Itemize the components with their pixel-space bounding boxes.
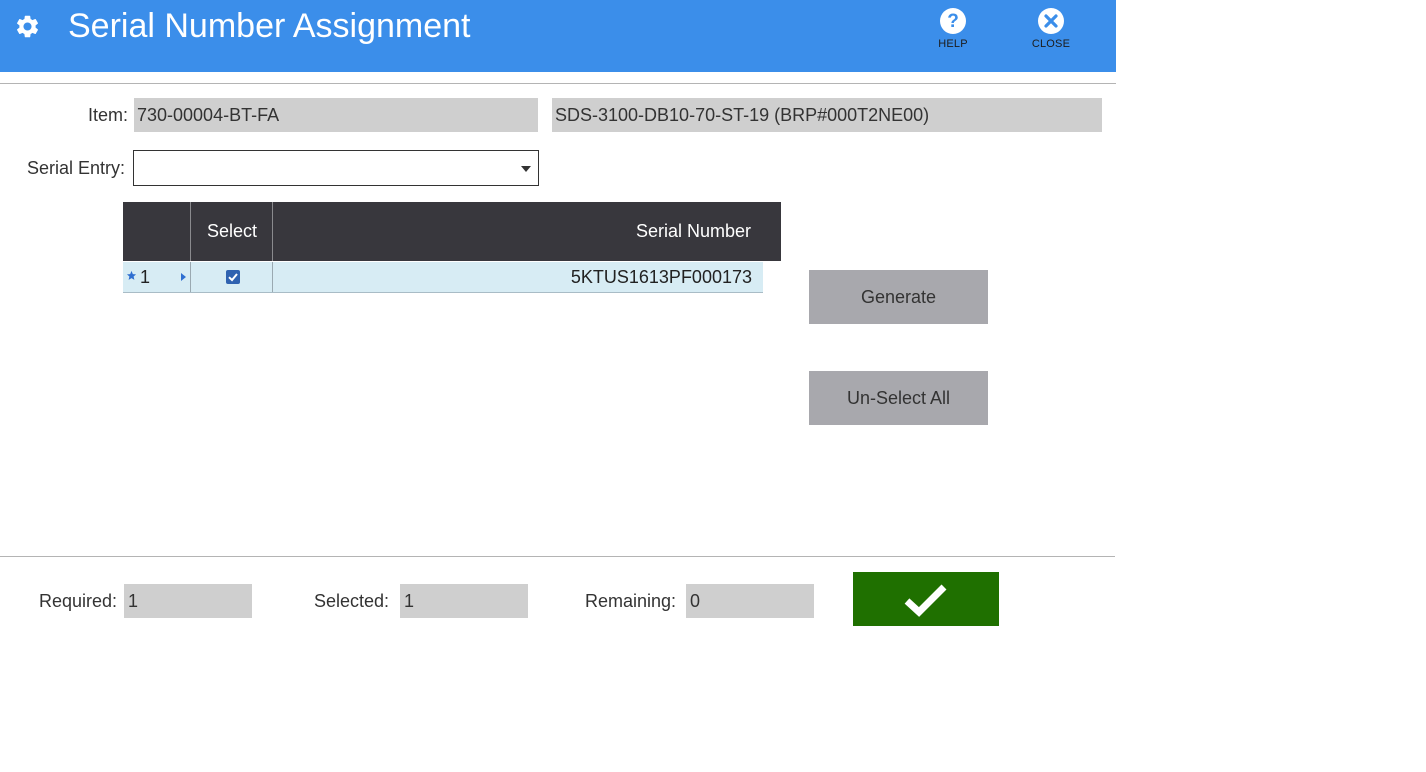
- svg-text:?: ?: [947, 11, 959, 32]
- required-field: 1: [124, 584, 252, 618]
- serial-number-cell: 5KTUS1613PF000173: [570, 267, 752, 287]
- divider: [0, 556, 1115, 557]
- page-title: Serial Number Assignment: [68, 7, 471, 45]
- selected-label: Selected:: [314, 591, 390, 611]
- help-icon: ?: [940, 8, 966, 34]
- checkmark-icon: [904, 584, 947, 617]
- unselect-all-button[interactable]: Un-Select All: [809, 371, 988, 425]
- generate-button[interactable]: Generate: [809, 270, 988, 324]
- row-number: 1: [140, 267, 151, 287]
- star-icon: [126, 270, 137, 280]
- item-description-field: SDS-3100-DB10-70-ST-19 (BRP#000T2NE00): [552, 98, 1102, 132]
- column-header-select[interactable]: Select: [191, 202, 273, 261]
- help-button[interactable]: ? HELP: [923, 6, 983, 50]
- row-indicator-icon: [181, 273, 186, 281]
- cell-divider: [190, 262, 191, 292]
- serial-entry-dropdown[interactable]: [133, 150, 539, 186]
- remaining-label: Remaining:: [585, 591, 677, 611]
- row-select-checkbox[interactable]: [226, 270, 240, 284]
- cell-divider: [272, 262, 273, 292]
- checkmark-icon: [228, 273, 238, 282]
- help-label: HELP: [938, 38, 968, 50]
- table-row[interactable]: 1 5KTUS1613PF000173: [123, 262, 763, 293]
- close-label: CLOSE: [1031, 38, 1071, 50]
- remaining-field: 0: [686, 584, 814, 618]
- gear-icon[interactable]: [14, 13, 41, 40]
- confirm-button[interactable]: [853, 572, 999, 626]
- serial-entry-label: Serial Entry:: [27, 158, 126, 178]
- close-button[interactable]: CLOSE: [1021, 6, 1081, 50]
- column-header-serial-number[interactable]: Serial Number: [273, 202, 751, 261]
- item-field: 730-00004-BT-FA: [134, 98, 538, 132]
- selected-field: 1: [400, 584, 528, 618]
- divider: [0, 83, 1116, 84]
- chevron-down-icon: [521, 166, 531, 172]
- grid-header: Select Serial Number: [123, 202, 781, 261]
- required-label: Required:: [39, 591, 118, 611]
- close-icon: [1038, 8, 1064, 34]
- column-header-index: [123, 202, 190, 261]
- item-label: Item:: [88, 105, 129, 125]
